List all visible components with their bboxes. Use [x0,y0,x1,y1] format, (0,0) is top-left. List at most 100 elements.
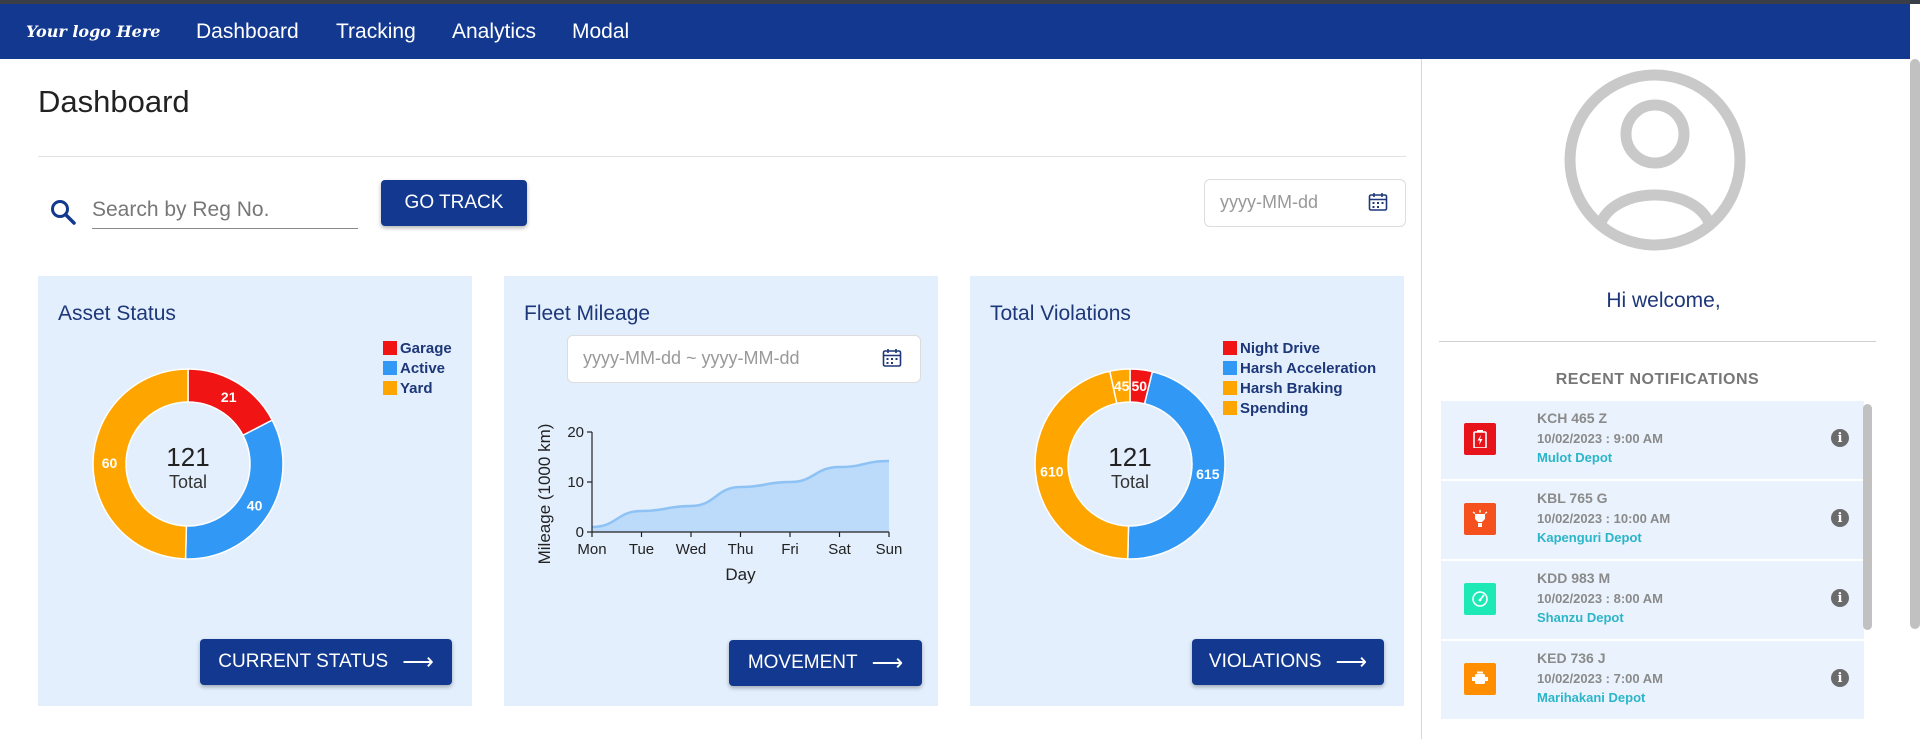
legend-swatch [383,381,397,395]
movement-button[interactable]: MOVEMENT ⟶ [729,640,922,686]
info-icon[interactable]: i [1831,589,1849,607]
notification-time: 10/02/2023 : 10:00 AM [1537,511,1671,526]
y-tick-label: 20 [567,424,584,441]
calendar-icon[interactable] [882,348,902,368]
asset-status-slice-label: 21 [221,389,237,405]
nav-link-tracking[interactable]: Tracking [336,20,416,44]
go-track-button[interactable]: GO TRACK [381,180,527,226]
notification-reg: KDD 983 M [1537,570,1611,586]
movement-label: MOVEMENT [747,652,858,673]
violations-legend: Night Drive Harsh Acceleration Harsh Bra… [1223,338,1376,418]
light-icon [1464,503,1496,535]
notifications-scrollbar[interactable] [1863,404,1872,630]
search-input[interactable] [92,192,358,229]
legend-item-night-drive[interactable]: Night Drive [1223,338,1376,358]
arrow-right-icon: ⟶ [402,649,434,674]
notification-time: 10/02/2023 : 9:00 AM [1537,431,1663,446]
asset-status-slice-label: 40 [247,498,263,514]
info-icon[interactable]: i [1831,669,1849,687]
current-status-label: CURRENT STATUS [218,651,389,672]
legend-item-harsh-braking[interactable]: Harsh Braking [1223,378,1376,398]
welcome-text: Hi welcome, [1606,289,1721,312]
fleet-mileage-area-chart: 0 10 20 Mon Tue Wed Thu Fri Sat Sun Day Mileage (10… [535,424,903,584]
fleet-mileage-card: Fleet Mileage yyyy-MM-dd ~ yyyy-MM-dd 0 1… [504,276,938,706]
asset-total-label: Total [168,472,208,492]
notification-reg: KBL 765 G [1537,490,1608,506]
legend-item-active[interactable]: Active [383,358,452,378]
legend-label: Night Drive [1240,339,1321,357]
date-placeholder: yyyy-MM-dd [1220,192,1318,212]
info-icon[interactable]: i [1831,429,1849,447]
violations-slice-label: 50 [1132,378,1148,394]
arrow-right-icon: ⟶ [1335,649,1368,674]
notifications-list: KCH 465 Z 10/02/2023 : 9:00 AM Mulot Dep… [1441,401,1864,741]
battery-icon [1464,423,1496,455]
legend-label: Harsh Braking [1240,379,1343,397]
date-range-picker[interactable]: yyyy-MM-dd ~ yyyy-MM-dd [567,335,921,383]
engine-icon [1464,663,1496,695]
legend-item-spending[interactable]: Spending [1223,398,1376,418]
date-range-placeholder: yyyy-MM-dd ~ yyyy-MM-dd [583,348,800,368]
notification-depot: Marihakani Depot [1537,690,1646,705]
violations-slice-label: 45 [1114,378,1130,394]
notification-item[interactable]: KDD 983 M 10/02/2023 : 8:00 AM Shanzu De… [1441,561,1864,641]
notification-depot: Shanzu Depot [1537,610,1624,625]
x-tick-label: Wed [676,541,707,558]
notification-depot: Kapenguri Depot [1537,530,1642,545]
legend-swatch [1223,341,1237,355]
asset-status-legend: Garage Active Yard [383,338,452,398]
notification-item[interactable]: KCH 465 Z 10/02/2023 : 9:00 AM Mulot Dep… [1441,401,1864,481]
navbar: Your logo Here Dashboard Tracking Analyt… [0,4,1910,59]
current-status-button[interactable]: CURRENT STATUS ⟶ [200,639,452,685]
notification-time: 10/02/2023 : 8:00 AM [1537,591,1663,606]
violations-total-label: Total [1110,472,1150,492]
speedometer-icon [1464,583,1496,615]
go-track-label: GO TRACK [404,192,504,213]
x-tick-label: Fri [781,541,799,558]
x-tick-label: Sat [828,541,851,558]
notifications-title: RECENT NOTIFICATIONS [1555,371,1760,388]
info-icon[interactable]: i [1831,509,1849,527]
nav-link-analytics[interactable]: Analytics [452,20,536,44]
notification-reg: KCH 465 Z [1537,410,1608,426]
x-tick-label: Thu [728,541,754,558]
fleet-mileage-title: Fleet Mileage [524,302,651,325]
search-icon[interactable] [50,199,76,225]
violations-label: VIOLATIONS [1208,651,1322,672]
legend-label: Yard [400,379,433,397]
notification-depot: Mulot Depot [1537,450,1613,465]
legend-label: Active [400,359,446,377]
notification-time: 10/02/2023 : 7:00 AM [1537,671,1663,686]
legend-item-harsh-acceleration[interactable]: Harsh Acceleration [1223,358,1376,378]
y-tick-label: 0 [576,524,584,541]
asset-status-card: Asset Status Garage Active Yard 21 40 60 1… [38,276,472,706]
legend-label: Spending [1240,399,1309,417]
violations-title: Total Violations [990,302,1131,325]
avatar-icon[interactable] [1562,67,1748,253]
asset-status-title: Asset Status [58,302,176,325]
calendar-icon[interactable] [1368,192,1388,212]
arrow-right-icon: ⟶ [871,650,904,675]
legend-item-yard[interactable]: Yard [383,378,452,398]
x-tick-label: Mon [577,541,606,558]
violations-total-value: 121 [1108,442,1152,472]
divider [1439,341,1876,342]
legend-label: Garage [400,339,452,357]
page-title: Dashboard [38,84,190,119]
date-picker[interactable]: yyyy-MM-dd [1204,179,1406,227]
main-content: Dashboard GO TRACK yyyy-MM-dd Asset Stat… [0,59,1421,739]
page-scrollbar[interactable] [1910,59,1920,629]
legend-item-garage[interactable]: Garage [383,338,452,358]
notification-item[interactable]: KBL 765 G 10/02/2023 : 10:00 AM Kapengur… [1441,481,1864,561]
y-axis-label: Mileage (1000 km) [535,424,554,565]
x-tick-label: Sun [876,541,903,558]
logo[interactable]: Your logo Here [26,22,160,41]
legend-swatch [383,341,397,355]
notification-reg: KED 736 J [1537,650,1606,666]
x-tick-label: Tue [629,541,654,558]
notification-item[interactable]: KED 736 J 10/02/2023 : 7:00 AM Marihakan… [1441,641,1864,721]
nav-link-modal[interactable]: Modal [572,20,629,44]
violations-button[interactable]: VIOLATIONS ⟶ [1192,639,1384,685]
divider [38,156,1406,157]
nav-link-dashboard[interactable]: Dashboard [196,20,299,44]
